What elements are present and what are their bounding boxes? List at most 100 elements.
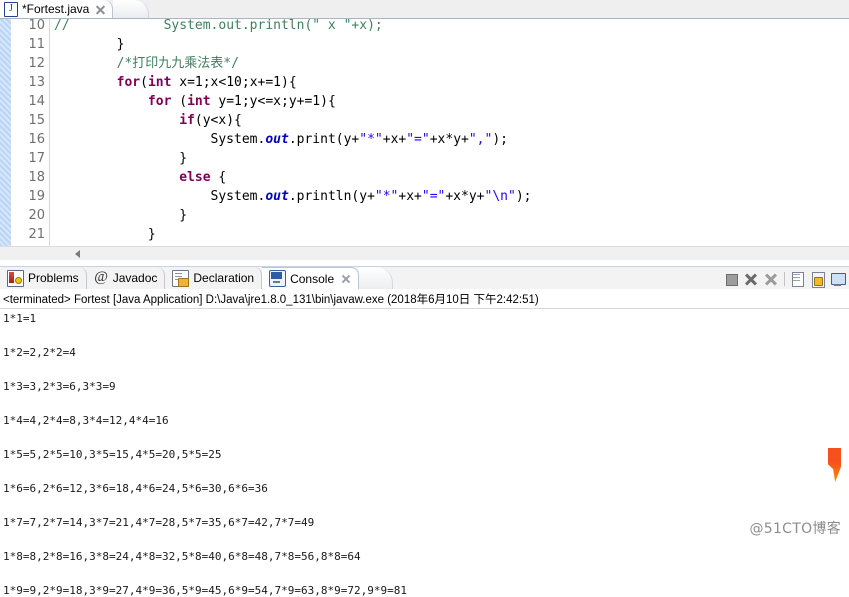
console-view[interactable]: <terminated> Fortest [Java Application] … [0, 289, 849, 597]
code-line[interactable]: if(y<x){ [54, 111, 242, 130]
code-token: System. [54, 132, 266, 147]
line-number: 16 [28, 132, 45, 147]
code-token: ); [515, 189, 532, 204]
line-number: 13 [28, 75, 45, 90]
view-tab-trailing-curve [359, 267, 394, 289]
console-icon [269, 270, 287, 287]
code-token: +x*y+ [445, 189, 485, 204]
code-line[interactable]: } [54, 206, 187, 225]
remove-all-launches-button[interactable] [761, 270, 781, 288]
line-number: 15 [28, 113, 45, 128]
code-line[interactable]: for(int x=1;x<10;x+=1){ [54, 73, 297, 92]
code-token: "=" [406, 132, 430, 147]
display-selected-console-button[interactable] [828, 270, 848, 288]
code-token: } [54, 208, 188, 223]
scroll-left-arrow-icon[interactable] [75, 250, 80, 258]
editor-tab-label: *Fortest.java [22, 2, 90, 16]
console-output-blank-line [3, 427, 849, 448]
console-launch-status: <terminated> Fortest [Java Application] … [3, 294, 539, 306]
code-token: { [210, 170, 227, 185]
toolbar-separator [784, 272, 785, 286]
tab-problems[interactable]: Problems [0, 267, 87, 289]
console-view-toolbar [721, 269, 849, 289]
tab-javadoc[interactable]: Javadoc [86, 267, 166, 289]
editor-tab-bar: *Fortest.java [0, 0, 849, 19]
editor-line-number-gutter: 10 11 12 13 14 15 16 17 18 19 20 21 [12, 19, 50, 246]
editor-source-lines[interactable]: // System.out.println(" x "+x); } /*打印九九… [54, 19, 849, 246]
close-icon[interactable] [95, 4, 106, 15]
code-token: if [179, 113, 195, 128]
line-number: 20 [28, 208, 45, 223]
code-token: ); [492, 132, 508, 147]
console-output-line: 1*2=2,2*2=4 [3, 346, 76, 359]
editor-horizontal-scrollbar[interactable] [49, 246, 849, 261]
console-status-divider [0, 308, 849, 309]
console-output[interactable]: 1*1=1 1*2=2,2*2=4 1*3=3,2*3=6,3*3=9 1*4=… [3, 312, 849, 597]
code-line[interactable]: // System.out.println(" x "+x); [54, 19, 383, 35]
editor-tab-trailing-curve [113, 0, 150, 18]
code-token: System.out.println(" x "+x); [69, 19, 383, 33]
code-token: y=1;y<=x;y+=1){ [210, 94, 336, 109]
console-output-line: 1*3=3,2*3=6,3*3=9 [3, 380, 116, 393]
javadoc-icon [94, 269, 109, 286]
line-number: 17 [28, 151, 45, 166]
scroll-lock-button[interactable] [808, 270, 828, 288]
console-output-line: 1*4=4,2*4=8,3*4=12,4*4=16 [3, 414, 169, 427]
code-token: x=1;x<10;x+=1){ [171, 75, 297, 90]
clear-console-button[interactable] [788, 270, 808, 288]
code-editor[interactable]: 10 11 12 13 14 15 16 17 18 19 20 21 // System.out.p… [0, 19, 849, 246]
console-output-blank-line [3, 563, 849, 584]
code-token: "\n" [484, 189, 516, 204]
code-line[interactable]: } [54, 149, 187, 168]
console-output-line: 1*8=8,2*8=16,3*8=24,4*8=32,5*8=40,6*8=48… [3, 550, 361, 563]
close-icon[interactable] [341, 274, 351, 284]
console-output-line: 1*9=9,2*9=18,3*9=27,4*9=36,5*9=45,6*9=54… [3, 584, 407, 597]
console-output-blank-line [3, 529, 849, 550]
editor-marker-strip [0, 19, 12, 246]
console-output-line: 1*5=5,2*5=10,3*5=15,4*5=20,5*5=25 [3, 448, 222, 461]
code-token: else [179, 170, 211, 185]
code-line[interactable]: System.out.println(y+"*"+x+"="+x*y+"\n")… [54, 187, 532, 206]
code-line[interactable]: } [54, 35, 125, 54]
code-line[interactable]: for (int y=1;y<=x;y+=1){ [54, 92, 336, 111]
tab-label: Javadoc [112, 271, 158, 285]
console-output-blank-line [3, 393, 849, 414]
terminate-button[interactable] [721, 270, 741, 288]
code-token: System. [54, 189, 266, 204]
tab-label: Console [290, 271, 335, 286]
watermark-label: @51CTO博客 [749, 521, 841, 537]
tab-declaration[interactable]: Declaration [165, 267, 263, 289]
code-token: } [54, 37, 125, 52]
java-file-icon [4, 1, 18, 17]
code-token: out [265, 189, 289, 204]
console-output-line: 1*1=1 [3, 312, 37, 325]
tab-console[interactable]: Console [262, 267, 360, 289]
code-token: +x*y+ [429, 132, 469, 147]
problems-icon [7, 269, 24, 287]
code-line[interactable]: System.out.print(y+"*"+x+"="+x*y+","); [54, 130, 508, 149]
tab-label: Problems [28, 271, 79, 285]
code-token: "," [468, 132, 493, 147]
line-number: 18 [28, 170, 45, 185]
editor-tab-fortest-java[interactable]: *Fortest.java [0, 0, 114, 18]
console-output-blank-line [3, 359, 849, 380]
code-token: (y<x){ [194, 113, 242, 128]
console-output-line: 1*7=7,2*7=14,3*7=21,4*7=28,5*7=35,6*7=42… [3, 516, 315, 529]
console-output-blank-line [3, 495, 849, 516]
remove-launch-button[interactable] [741, 270, 761, 288]
code-line[interactable]: else { [54, 168, 226, 187]
console-output-line: 1*6=6,2*6=12,3*6=18,4*6=24,5*6=30,6*6=36 [3, 482, 268, 495]
code-token: .print(y+ [288, 132, 360, 147]
code-token: +x+ [398, 189, 422, 204]
line-number: 11 [28, 37, 45, 52]
code-token: out [265, 132, 289, 147]
code-token: int [187, 94, 211, 109]
declaration-icon [172, 269, 190, 287]
line-number: 21 [28, 227, 45, 242]
code-line[interactable]: } [54, 225, 156, 244]
code-line[interactable]: /*打印九九乘法表*/ [54, 54, 239, 73]
code-token: "=" [421, 189, 446, 204]
